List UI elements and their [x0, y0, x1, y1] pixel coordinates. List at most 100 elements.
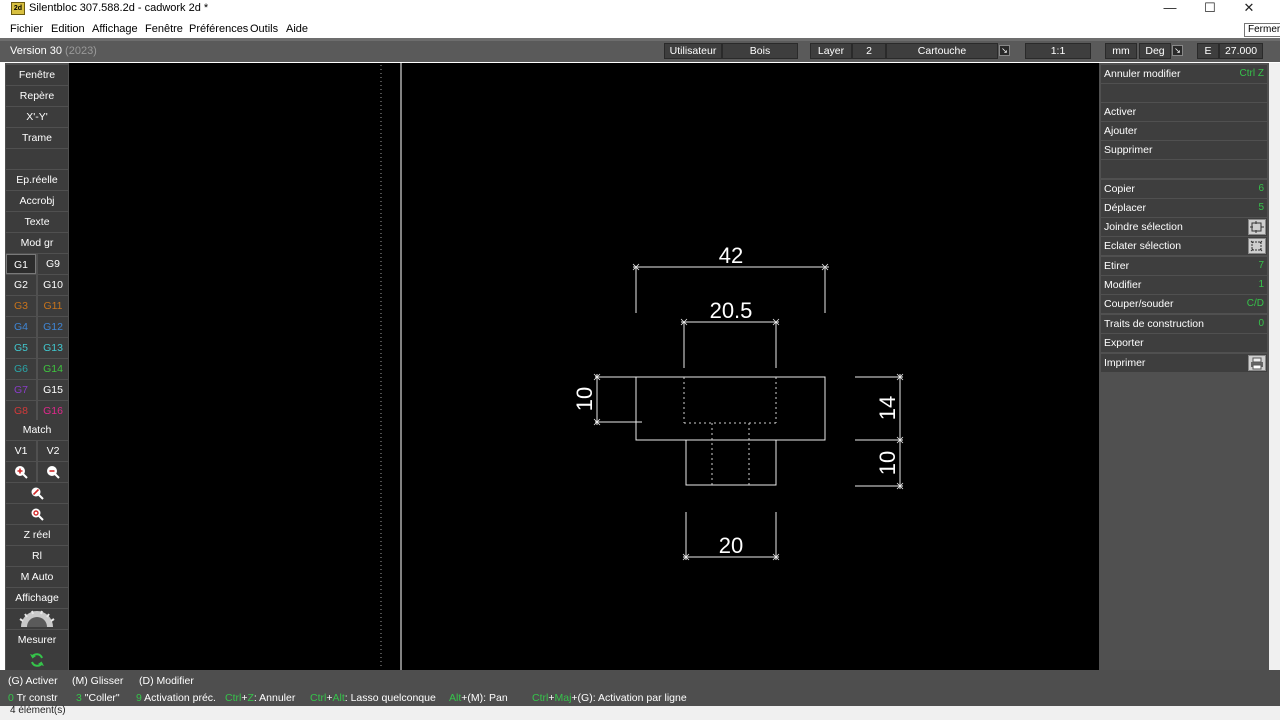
menu-affichage[interactable]: Affichage	[92, 23, 138, 35]
copier-button[interactable]: Copier 6	[1101, 180, 1267, 198]
deplacer-button[interactable]: Déplacer 5	[1101, 199, 1267, 217]
hidden-lines	[683, 377, 777, 485]
angle-unit-button[interactable]: Deg	[1139, 43, 1171, 59]
supprimer-button[interactable]: Supprimer	[1101, 141, 1267, 159]
minimize-button[interactable]: —	[1150, 0, 1190, 16]
layer-button[interactable]: Layer	[810, 43, 852, 59]
menu-outils[interactable]: Outils	[250, 23, 278, 35]
mesurer-button[interactable]: Mesurer	[6, 630, 68, 650]
zoom-window-button[interactable]	[6, 483, 68, 503]
match-button[interactable]: Match	[6, 420, 68, 440]
zoom-out-button[interactable]	[38, 462, 68, 482]
group-button-g14[interactable]: G14	[38, 359, 68, 379]
layer-value[interactable]: 2	[852, 43, 886, 59]
label: Supprimer	[1104, 144, 1153, 156]
menu-fenetre[interactable]: Fenêtre	[145, 23, 183, 35]
angle-unit-arrow-icon[interactable]: ↘	[1172, 45, 1183, 56]
cartouche-button[interactable]: Cartouche	[886, 43, 998, 59]
rl-button[interactable]: Rl	[6, 546, 68, 566]
zoom-all-button[interactable]	[6, 504, 68, 524]
ep-reelle-button[interactable]: Ep.réelle	[6, 170, 68, 190]
zoom-in-button[interactable]	[6, 462, 36, 482]
dim-text-10-right: 10	[875, 451, 900, 475]
zoom-all-icon	[31, 508, 44, 521]
activer-button[interactable]: Activer	[1101, 103, 1267, 121]
texte-button[interactable]: Texte	[6, 212, 68, 232]
mod-gr-button[interactable]: Mod gr	[6, 233, 68, 253]
trame-button[interactable]: Trame	[6, 128, 68, 148]
group-button-g13[interactable]: G13	[38, 338, 68, 358]
group-button-g2[interactable]: G2	[6, 275, 36, 295]
m-auto-button[interactable]: M Auto	[6, 567, 68, 587]
label: Eclater sélection	[1104, 240, 1182, 252]
label: Couper/souder	[1104, 298, 1174, 310]
group-button-g6[interactable]: G6	[6, 359, 36, 379]
version-year: (2023)	[65, 45, 97, 57]
joindre-selection-button[interactable]: Joindre sélection	[1101, 218, 1267, 236]
utilisateur-button[interactable]: Utilisateur	[664, 43, 722, 59]
ajouter-button[interactable]: Ajouter	[1101, 122, 1267, 140]
text: Tr constr	[13, 692, 58, 704]
label: Ajouter	[1104, 125, 1138, 137]
modifier-button[interactable]: Modifier 1	[1101, 276, 1267, 294]
accrobj-button[interactable]: Accrobj	[6, 191, 68, 211]
group-button-g1[interactable]: G1	[6, 254, 36, 274]
xy-button[interactable]: X'-Y'	[6, 107, 68, 127]
group-button-g4[interactable]: G4	[6, 317, 36, 337]
shortcut: 1	[1258, 279, 1264, 290]
hint-activation-ligne: Ctrl+Maj+(G): Activation par ligne	[532, 692, 687, 704]
group-button-g5[interactable]: G5	[6, 338, 36, 358]
empty-slot	[1101, 84, 1267, 102]
annuler-modifier-button[interactable]: Annuler modifier Ctrl Z	[1101, 65, 1267, 83]
group-button-g9[interactable]: G9	[38, 254, 68, 274]
close-button[interactable]: ✕	[1229, 0, 1269, 16]
group-button-g15[interactable]: G15	[38, 380, 68, 400]
scale-field[interactable]: 1:1	[1025, 43, 1091, 59]
key: Alt	[449, 692, 462, 704]
zoom-in-icon	[15, 466, 28, 479]
group-button-g8[interactable]: G8	[6, 401, 36, 421]
couper-souder-button[interactable]: Couper/souder C/D	[1101, 295, 1267, 313]
label: Modifier	[1104, 279, 1142, 291]
refresh-icon	[30, 653, 44, 667]
exporter-button[interactable]: Exporter	[1101, 334, 1267, 352]
close-tooltip: Fermer	[1244, 23, 1280, 37]
menu-preferences[interactable]: Préférences	[189, 23, 248, 35]
affichage-button[interactable]: Affichage	[6, 588, 68, 608]
e-label[interactable]: E	[1197, 43, 1219, 59]
menu-aide[interactable]: Aide	[286, 23, 308, 35]
v1-button[interactable]: V1	[6, 441, 36, 461]
text: : Annuler	[253, 692, 296, 704]
v2-button[interactable]: V2	[38, 441, 68, 461]
group-button-g3[interactable]: G3	[6, 296, 36, 316]
group-button-g12[interactable]: G12	[38, 317, 68, 337]
etirer-button[interactable]: Etirer 7	[1101, 257, 1267, 275]
e-value-field[interactable]: 27.000	[1219, 43, 1263, 59]
imprimer-button[interactable]: Imprimer	[1101, 354, 1267, 372]
drawing-canvas[interactable]: 42 20.5 10 14 10 20	[69, 63, 1099, 670]
fenetre-button[interactable]: Fenêtre	[6, 65, 68, 85]
unit-button[interactable]: mm	[1105, 43, 1137, 59]
z-reel-button[interactable]: Z réel	[6, 525, 68, 545]
text: : Lasso quelconque	[344, 692, 436, 704]
group-button-g11[interactable]: G11	[38, 296, 68, 316]
menu-fichier[interactable]: Fichier	[10, 23, 43, 35]
group-button-g7[interactable]: G7	[6, 380, 36, 400]
refresh-button[interactable]	[6, 650, 68, 670]
traits-construction-button[interactable]: Traits de construction 0	[1101, 315, 1267, 333]
title-bar: 2d Silentbloc 307.588.2d - cadwork 2d * …	[0, 0, 1280, 18]
cartouche-arrow-icon[interactable]: ↘	[999, 45, 1010, 56]
label: Imprimer	[1104, 357, 1146, 369]
shortcut: 0	[1258, 318, 1264, 329]
bois-button[interactable]: Bois	[722, 43, 798, 59]
repere-button[interactable]: Repère	[6, 86, 68, 106]
element-count: 4 élément(s)	[0, 706, 1280, 720]
group-button-g16[interactable]: G16	[38, 401, 68, 421]
eclater-selection-button[interactable]: Eclater sélection	[1101, 237, 1267, 255]
gear-button[interactable]	[6, 609, 68, 629]
key: Ctrl	[225, 692, 242, 704]
group-button-g10[interactable]: G10	[38, 275, 68, 295]
maximize-button[interactable]: ☐	[1190, 0, 1230, 16]
hint-glisser: (M) Glisser	[72, 675, 124, 687]
menu-edition[interactable]: Edition	[51, 23, 85, 35]
